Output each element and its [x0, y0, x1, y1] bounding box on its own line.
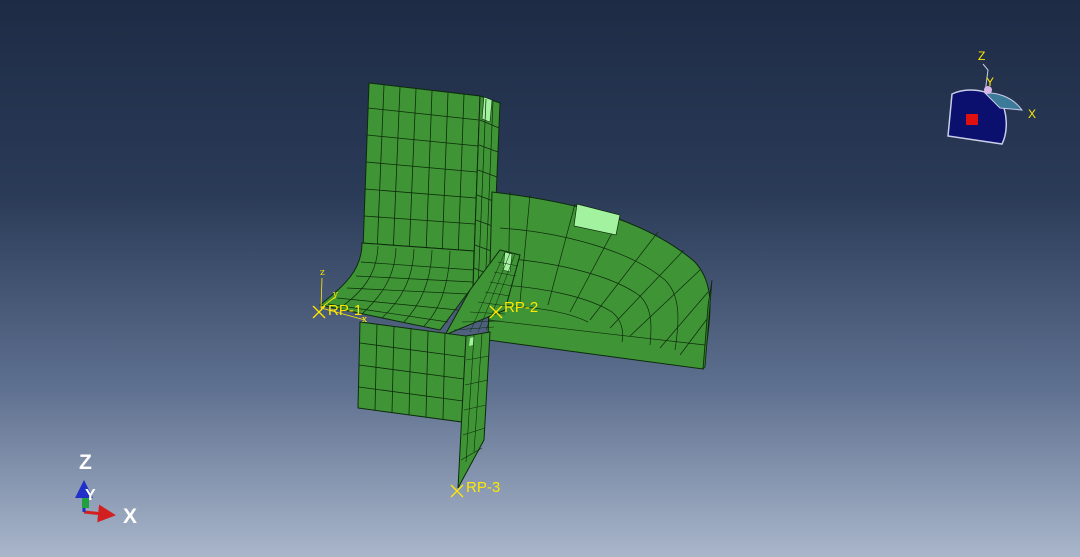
rp-label: RP-1: [328, 302, 362, 319]
global-y-label: Y: [85, 487, 96, 504]
global-axis-triad: Z Y X: [75, 451, 137, 528]
local-x-label: x: [362, 315, 367, 325]
lower-block-face: [357, 321, 467, 423]
local-y-label: y: [332, 290, 339, 300]
rp-label: RP-2: [504, 299, 538, 316]
meshed-part[interactable]: [318, 82, 713, 489]
radial-disk: [487, 191, 713, 371]
rp-label: RP-3: [466, 479, 500, 496]
global-x-label: X: [123, 505, 137, 528]
view-cube[interactable]: Z Y X: [947, 49, 1036, 145]
rp-marker-icon: [312, 305, 326, 319]
view-cube-origin-icon: [966, 114, 978, 125]
x-axis-arrow-icon: [83, 504, 116, 523]
view-cube-z-label: Z: [978, 49, 985, 63]
rp-marker-icon: [450, 484, 464, 498]
view-cube-y-label: Y: [986, 75, 994, 89]
global-z-label: Z: [79, 451, 92, 474]
view-cube-x-label: X: [1028, 107, 1036, 121]
local-z-label: z: [320, 268, 325, 278]
model-viewport[interactable]: RP-1 RP-2 RP-3 z y x Z Y X Z Y X: [0, 0, 1080, 557]
